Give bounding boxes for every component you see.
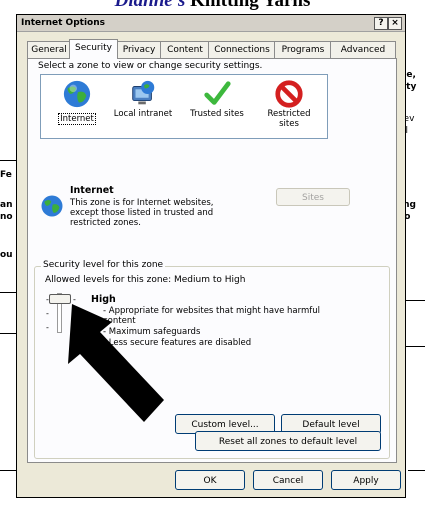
zone-list: Internet Local intranet Trusted sites Re… xyxy=(40,74,328,139)
zone-trusted-sites[interactable]: Trusted sites xyxy=(187,79,247,119)
title-rest: Knitting Yarns xyxy=(185,0,311,11)
ok-button[interactable]: OK xyxy=(175,470,245,490)
zone-instruction: Select a zone to view or change security… xyxy=(38,61,263,71)
pointer-arrow-icon xyxy=(68,304,164,422)
tab-advanced[interactable]: Advanced xyxy=(330,41,396,58)
zone-restricted-sites[interactable]: Restricted sites xyxy=(259,79,319,129)
apply-button[interactable]: Apply xyxy=(331,470,401,490)
allowed-levels-text: Allowed levels for this zone: Medium to … xyxy=(45,275,246,285)
zone-label: Local intranet xyxy=(113,109,173,119)
help-button[interactable]: ? xyxy=(374,17,388,30)
zone-local-intranet[interactable]: Local intranet xyxy=(113,79,173,119)
tab-programs[interactable]: Programs xyxy=(274,41,332,58)
no-entry-icon xyxy=(275,80,303,108)
dialog-titlebar[interactable]: Internet Options ? × xyxy=(17,15,405,32)
zone-label: Trusted sites xyxy=(190,109,244,119)
tab-content[interactable]: Content xyxy=(160,41,210,58)
zone-label: Internet xyxy=(58,113,96,125)
zone-description: This zone is for Internet websites, exce… xyxy=(70,198,214,228)
title-emphasis: Dianne's xyxy=(114,0,186,11)
close-button[interactable]: × xyxy=(388,17,402,30)
tab-privacy[interactable]: Privacy xyxy=(116,41,162,58)
cancel-button[interactable]: Cancel xyxy=(253,470,323,490)
tab-connections[interactable]: Connections xyxy=(208,41,276,58)
slider-tick: - xyxy=(46,309,49,318)
zone-label: Restricted sites xyxy=(267,109,311,129)
zone-heading: Internet xyxy=(70,185,114,196)
zone-internet[interactable]: Internet xyxy=(47,79,107,125)
bg-decoration xyxy=(404,300,425,347)
background-page-title: Dianne's Knitting Yarns xyxy=(0,0,425,12)
bg-rule xyxy=(0,470,16,471)
checkmark-icon xyxy=(204,81,231,105)
bg-rule xyxy=(0,160,16,161)
slider-tick: - xyxy=(46,323,49,332)
globe-icon xyxy=(63,80,91,108)
dialog-title: Internet Options xyxy=(21,18,105,28)
sites-button[interactable]: Sites xyxy=(276,188,350,206)
bg-rule xyxy=(408,470,425,471)
tab-security[interactable]: Security xyxy=(69,39,118,59)
tab-general[interactable]: General xyxy=(27,41,71,58)
reset-all-zones-button[interactable]: Reset all zones to default level xyxy=(195,431,381,451)
group-title: Security level for this zone xyxy=(41,260,166,270)
globe-icon xyxy=(41,195,63,217)
monitor-globe-icon xyxy=(132,80,155,105)
